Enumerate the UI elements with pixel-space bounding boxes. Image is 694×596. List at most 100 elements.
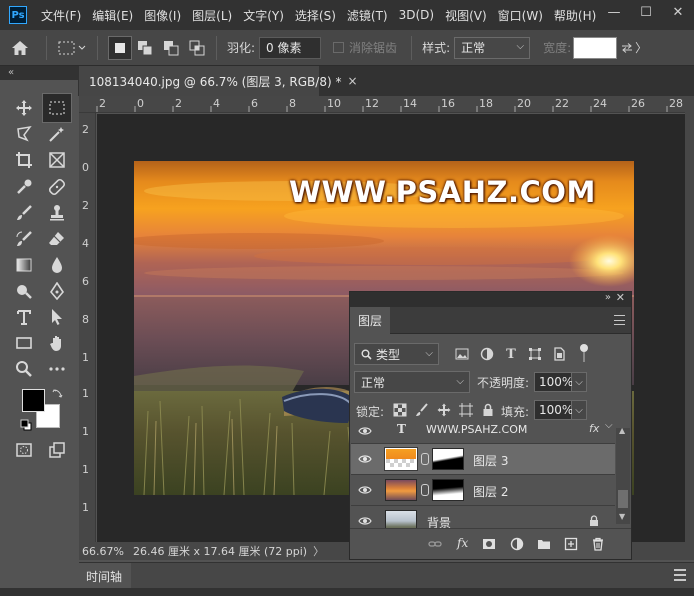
foreground-color-swatch[interactable] [22, 389, 45, 412]
close-button[interactable]: ✕ [662, 0, 694, 24]
antialias-checkbox[interactable] [333, 42, 345, 53]
fill-input[interactable]: 100% [534, 400, 573, 420]
status-menu-icon[interactable]: 〉 [313, 543, 324, 559]
ruler-label: 1 [82, 501, 89, 514]
filter-shape-icon[interactable] [527, 346, 543, 362]
delete-layer-icon[interactable] [590, 536, 606, 552]
menu-bar: Ps 文件(F) 编辑(E) 图像(I) 图层(L) 文字(Y) 选择(S) 滤… [0, 0, 694, 30]
menu-select[interactable]: 选择(S) [295, 7, 336, 24]
panel-menu-icon[interactable] [674, 569, 686, 581]
menu-type[interactable]: 文字(Y) [243, 7, 284, 24]
document-tab[interactable]: 108134040.jpg @ 66.7% (图层 3, RGB/8) * × [79, 66, 358, 96]
opacity-slider-toggle[interactable]: ⌵ [572, 372, 587, 392]
timeline-tab[interactable]: 时间轴 [79, 563, 131, 589]
layers-scrollbar[interactable]: ▲ ▼ [616, 426, 630, 524]
add-mask-icon[interactable] [481, 536, 497, 552]
mask-link-icon[interactable] [421, 484, 429, 496]
quick-mask-icon[interactable] [9, 435, 39, 465]
menu-file[interactable]: 文件(F) [41, 7, 81, 24]
marquee-preset-icon[interactable] [53, 33, 91, 63]
menu-image[interactable]: 图像(I) [144, 7, 181, 24]
menu-3d[interactable]: 3D(D) [399, 8, 434, 22]
style-label: 样式: [422, 41, 451, 55]
collapse-toolbar-icon[interactable]: « [8, 67, 14, 78]
ruler-label: 2 [99, 97, 106, 110]
tab-close-icon[interactable]: × [347, 74, 357, 88]
add-selection-icon[interactable] [132, 36, 158, 60]
intersect-selection-icon[interactable] [184, 36, 210, 60]
mask-link-icon[interactable] [421, 453, 429, 465]
default-colors-icon[interactable] [20, 419, 32, 431]
zoom-tool-icon[interactable] [9, 354, 39, 384]
layer-filter-dropdown[interactable]: 类型 ⌵ [354, 343, 439, 365]
filter-toggle-switch[interactable] [579, 344, 589, 364]
new-group-icon[interactable] [536, 536, 552, 552]
layer-row-background[interactable]: 背景 [351, 506, 615, 528]
maximize-button[interactable]: ☐ [630, 0, 662, 24]
visibility-eye-icon[interactable] [358, 425, 372, 437]
document-info: 26.46 厘米 x 17.64 厘米 (72 ppi) [133, 545, 308, 558]
new-adjustment-layer-icon[interactable] [509, 536, 525, 552]
filter-pixel-icon[interactable] [454, 346, 470, 362]
menu-filter[interactable]: 滤镜(T) [347, 7, 388, 24]
scrollbar-thumb[interactable] [618, 490, 628, 508]
chevron-down-icon[interactable]: ⌵ [605, 420, 613, 431]
close-panel-icon[interactable]: ✕ [616, 291, 625, 304]
zoom-level[interactable]: 66.67% [79, 545, 127, 558]
frame-tool-icon[interactable] [42, 145, 72, 175]
layer-row-text[interactable]: T WWW.PSAHZ.COM fx ⌵ [351, 420, 615, 444]
lock-image-pixels-icon[interactable] [414, 402, 430, 418]
fill-slider-toggle[interactable]: ⌵ [572, 400, 587, 420]
visibility-eye-icon[interactable] [358, 484, 372, 496]
scroll-down-icon[interactable]: ▼ [619, 512, 625, 521]
lock-transparent-pixels-icon[interactable] [392, 402, 408, 418]
lock-all-icon[interactable] [480, 402, 496, 418]
minimize-button[interactable]: — [598, 0, 630, 24]
crop-tool-icon[interactable] [9, 145, 39, 175]
chevron-down-icon: ⌵ [456, 376, 464, 387]
filter-smart-object-icon[interactable] [551, 346, 567, 362]
visibility-eye-icon[interactable] [358, 515, 372, 527]
timeline-panel: 时间轴 [79, 562, 694, 589]
filter-type-icon[interactable]: T [503, 346, 519, 362]
layer-filter-value: 类型 [376, 347, 401, 362]
menu-layer[interactable]: 图层(L) [192, 7, 232, 24]
swap-colors-icon[interactable] [52, 387, 64, 399]
chevron-right-icon[interactable]: 〉 [635, 38, 647, 58]
tab-layers[interactable]: 图层 [350, 307, 390, 334]
photoshop-logo[interactable]: Ps [9, 6, 27, 24]
menu-help[interactable]: 帮助(H) [554, 7, 596, 24]
scroll-up-icon[interactable]: ▲ [619, 426, 625, 435]
swap-width-height-icon[interactable] [619, 38, 635, 58]
collapse-panel-icon[interactable]: » [605, 292, 611, 303]
visibility-eye-icon[interactable] [358, 453, 372, 465]
width-input[interactable] [573, 36, 618, 59]
layer-effects-icon[interactable]: fx [589, 422, 599, 435]
feather-input[interactable]: 0 像素 [259, 36, 322, 59]
screen-mode-icon[interactable] [42, 435, 72, 465]
menu-edit[interactable]: 编辑(E) [92, 7, 133, 24]
filter-adjustment-icon[interactable] [479, 346, 495, 362]
panel-menu-icon[interactable] [614, 315, 625, 325]
layer-row-2[interactable]: 图层 2 [351, 475, 615, 506]
lock-artboard-icon[interactable] [458, 402, 474, 418]
menu-view[interactable]: 视图(V) [445, 7, 487, 24]
link-layers-icon[interactable] [427, 536, 443, 552]
new-layer-icon[interactable] [563, 536, 579, 552]
menu-window[interactable]: 窗口(W) [498, 7, 543, 24]
new-selection-icon[interactable] [108, 35, 132, 60]
home-icon[interactable] [0, 33, 40, 63]
layer-thumbnail[interactable] [385, 510, 417, 528]
layer-mask-thumbnail[interactable] [432, 448, 464, 470]
style-dropdown[interactable]: 正常 ⌵ [454, 36, 531, 59]
layer-thumbnail[interactable] [385, 479, 417, 501]
layer-row-3[interactable]: 图层 3 [351, 444, 615, 475]
opacity-input[interactable]: 100% [534, 372, 573, 392]
lock-position-icon[interactable] [436, 402, 452, 418]
blend-mode-dropdown[interactable]: 正常 ⌵ [354, 371, 470, 393]
layer-thumbnail[interactable] [384, 447, 418, 471]
layer-mask-thumbnail[interactable] [432, 479, 464, 501]
more-tools-icon[interactable] [42, 354, 72, 384]
subtract-selection-icon[interactable] [158, 36, 184, 60]
add-layer-style-icon[interactable]: fx [457, 536, 468, 550]
